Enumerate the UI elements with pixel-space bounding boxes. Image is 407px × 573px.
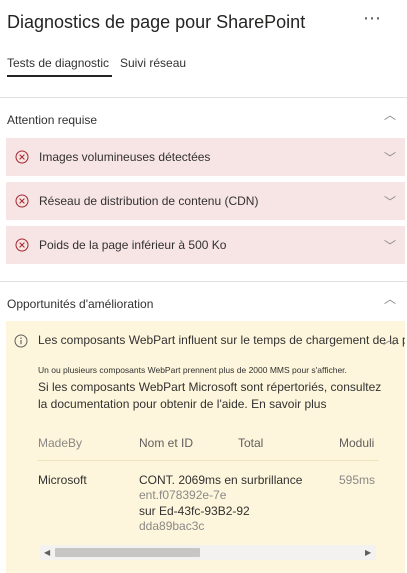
chevron-up-icon[interactable]: ︿: [382, 331, 396, 348]
cell-total: 595ms: [339, 473, 376, 487]
attention-section-title: Attention requise: [7, 113, 98, 127]
chevron-up-icon[interactable]: ︿: [383, 106, 397, 123]
cell-name-line3: sur Ed-43fc-93B2-92: [139, 504, 250, 518]
cell-name-line2: ent.f078392e-7e: [139, 488, 227, 502]
error-circle-icon: [15, 194, 29, 208]
scrollbar-thumb[interactable]: [55, 548, 200, 557]
chevron-up-icon[interactable]: ︿: [383, 290, 397, 307]
table-divider: [38, 460, 378, 461]
page-title: Diagnostics de page pour SharePoint: [7, 12, 306, 32]
column-header-madeby: MadeBy: [38, 436, 83, 450]
scroll-left-arrow-icon[interactable]: ◀: [44, 548, 50, 557]
column-header-total: Total: [238, 436, 264, 450]
cell-name-line4: dda89bac3c: [139, 519, 205, 533]
issue-label: Images volumineuses détectées: [39, 150, 211, 164]
divider: [0, 97, 407, 98]
issue-label: Réseau de distribution de contenu (CDN): [39, 194, 259, 208]
issue-row-large-images[interactable]: Images volumineuses détectées ﹀: [6, 138, 405, 176]
scroll-right-arrow-icon[interactable]: ▶: [365, 548, 371, 557]
tab-network-trace[interactable]: Suivi réseau: [120, 56, 186, 70]
opportunity-note: Un ou plusieurs composants WebPart prenn…: [38, 365, 347, 375]
chevron-down-icon[interactable]: ﹀: [383, 237, 397, 254]
divider: [0, 281, 407, 282]
chevron-down-icon[interactable]: ﹀: [383, 149, 397, 166]
issue-row-cdn[interactable]: Réseau de distribution de contenu (CDN) …: [6, 182, 405, 220]
info-icon: [14, 334, 28, 348]
error-circle-icon: [15, 238, 29, 252]
cell-name-line1: CONT. 2069ms en surbrillance: [139, 473, 303, 487]
horizontal-scrollbar[interactable]: ◀ ▶: [40, 545, 376, 560]
issue-row-page-weight[interactable]: Poids de la page inférieur à 500 Ko ﹀: [6, 226, 405, 264]
more-icon[interactable]: ⋯: [363, 8, 382, 29]
chevron-down-icon[interactable]: ﹀: [383, 193, 397, 210]
cell-madeby: Microsoft: [38, 473, 87, 487]
opportunity-description: Si les composants WebPart Microsoft sont…: [38, 380, 382, 411]
column-header-module: Moduli: [339, 436, 375, 450]
opportunity-card-webparts: Les composants WebPart influent sur le t…: [6, 321, 405, 573]
column-header-name-id: Nom et ID: [139, 436, 194, 450]
error-circle-icon: [15, 150, 29, 164]
tab-active-indicator: [7, 75, 112, 77]
opportunities-section-title: Opportunités d'amélioration: [7, 297, 154, 311]
tab-diagnostic-tests[interactable]: Tests de diagnostic: [7, 56, 109, 70]
opportunity-title[interactable]: Les composants WebPart influent sur le t…: [38, 333, 405, 347]
issue-label: Poids de la page inférieur à 500 Ko: [39, 238, 227, 252]
